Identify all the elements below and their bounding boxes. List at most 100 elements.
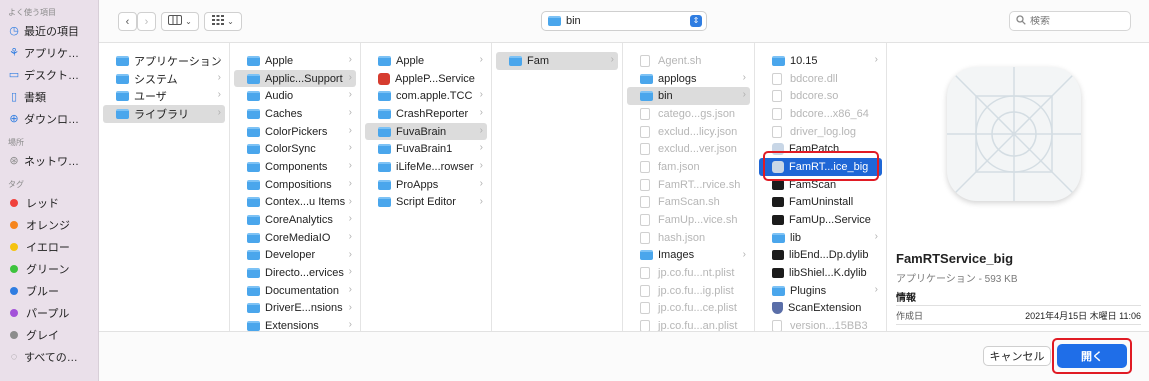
path-popup[interactable]: bin ⇕: [541, 11, 707, 31]
list-item[interactable]: CrashReporter ›: [365, 105, 487, 123]
list-item[interactable]: catego...gs.json: [627, 105, 750, 123]
list-item[interactable]: ColorSync ›: [234, 140, 356, 158]
list-item-label: FamUp...Service: [789, 214, 871, 227]
list-item[interactable]: Script Editor ›: [365, 194, 487, 212]
list-item[interactable]: Compositions ›: [234, 176, 356, 194]
list-item[interactable]: ProApps ›: [365, 176, 487, 194]
list-item[interactable]: FamRT...rvice.sh: [627, 176, 750, 194]
chevron-left-icon: ‹: [125, 15, 130, 28]
search-field[interactable]: [1009, 11, 1131, 31]
list-item[interactable]: com.apple.TCC ›: [365, 87, 487, 105]
tag-purple[interactable]: パープル: [0, 302, 98, 324]
list-item[interactable]: libEnd...Dp.dylib: [759, 247, 882, 265]
list-item[interactable]: fam.json: [627, 158, 750, 176]
tag-blue[interactable]: ブルー: [0, 280, 98, 302]
list-item[interactable]: jp.co.fu...nt.plist: [627, 264, 750, 282]
list-item[interactable]: Applic...Support ›: [234, 69, 356, 88]
list-item[interactable]: jp.co.fu...an.plist: [627, 317, 750, 331]
sidebar-item-recents[interactable]: ◷ 最近の項目: [0, 20, 98, 42]
list-item[interactable]: ユーザ ›: [103, 87, 225, 105]
list-item[interactable]: Developer ›: [234, 247, 356, 265]
list-item[interactable]: Caches ›: [234, 105, 356, 123]
list-item[interactable]: jp.co.fu...ig.plist: [627, 282, 750, 300]
highlight-box: [1052, 338, 1132, 374]
sidebar-item-applications[interactable]: ⚘ アプリケ…: [0, 42, 98, 64]
tag-gray[interactable]: グレイ: [0, 324, 98, 346]
list-item[interactable]: CoreAnalytics ›: [234, 211, 356, 229]
list-item[interactable]: ライブラリ ›: [103, 105, 225, 123]
list-item[interactable]: lib ›: [759, 229, 882, 247]
list-item[interactable]: Plugins ›: [759, 282, 882, 300]
tag-yellow[interactable]: イエロー: [0, 236, 98, 258]
sidebar-item-network[interactable]: ⊛ ネットワ…: [0, 150, 98, 172]
tag-label: レッド: [26, 198, 59, 210]
list-item[interactable]: 10.15 ›: [759, 52, 882, 70]
folder-icon: [378, 91, 391, 102]
list-item[interactable]: FamUp...vice.sh: [627, 211, 750, 229]
list-item[interactable]: exclud...ver.json: [627, 140, 750, 158]
list-item-label: catego...gs.json: [658, 107, 736, 120]
list-item[interactable]: bdcore.dll: [759, 70, 882, 88]
chevron-right-icon: ›: [348, 301, 352, 313]
tag-dot-icon: [10, 221, 18, 229]
list-item[interactable]: CoreMediaIO ›: [234, 229, 356, 247]
list-item-label: Developer: [265, 249, 316, 262]
list-item[interactable]: FuvaBrain ›: [365, 122, 487, 141]
list-item[interactable]: DriverE...nsions ›: [234, 300, 356, 318]
list-item[interactable]: Extensions ›: [234, 317, 356, 331]
list-item[interactable]: Apple ›: [234, 52, 356, 70]
list-item[interactable]: jp.co.fu...ce.plist: [627, 300, 750, 318]
list-item-label: ColorPickers: [265, 125, 328, 138]
chevron-right-icon: ›: [348, 177, 352, 189]
list-item[interactable]: FuvaBrain1 ›: [365, 140, 487, 158]
list-item[interactable]: Agent.sh: [627, 52, 750, 70]
list-item[interactable]: ScanExtension: [759, 300, 882, 318]
file-icon: [772, 320, 782, 331]
list-item[interactable]: Images ›: [627, 247, 750, 265]
list-item[interactable]: hash.json: [627, 229, 750, 247]
list-item[interactable]: Components ›: [234, 158, 356, 176]
list-item-label: Fam: [527, 54, 549, 67]
list-item[interactable]: bin ›: [627, 87, 750, 106]
list-item[interactable]: システム ›: [103, 70, 225, 88]
tag-red[interactable]: レッド: [0, 192, 98, 214]
list-item-label: アプリケーション: [134, 55, 222, 68]
list-item[interactable]: Documentation ›: [234, 282, 356, 300]
list-item[interactable]: iLifeMe...rowser ›: [365, 158, 487, 176]
list-item[interactable]: アプリケーション ›: [103, 52, 225, 70]
list-item[interactable]: Contex...u Items ›: [234, 194, 356, 212]
group-button[interactable]: ⌄: [204, 12, 242, 31]
list-item-label: Directo...ervices: [265, 267, 344, 280]
list-item[interactable]: driver_log.log: [759, 123, 882, 141]
list-item[interactable]: bdcore...x86_64: [759, 105, 882, 123]
back-button[interactable]: ‹: [118, 12, 137, 31]
folder-icon: [116, 91, 129, 102]
sidebar-item-desktop[interactable]: ▭ デスクト…: [0, 64, 98, 86]
search-input[interactable]: [1030, 15, 1120, 27]
sidebar-item-downloads[interactable]: ⊕ ダウンロ…: [0, 108, 98, 130]
list-item[interactable]: exclud...licy.json: [627, 123, 750, 141]
tag-green[interactable]: グリーン: [0, 258, 98, 280]
list-item[interactable]: applogs ›: [627, 70, 750, 88]
list-item[interactable]: Fam ›: [496, 52, 618, 70]
tag-all[interactable]: ◌ すべての…: [0, 346, 98, 368]
list-item[interactable]: AppleP...Service: [365, 70, 487, 88]
list-item[interactable]: libShiel...K.dylib: [759, 264, 882, 282]
list-item[interactable]: version...15BB3: [759, 317, 882, 331]
list-item[interactable]: FamUp...Service: [759, 211, 882, 229]
list-item[interactable]: Directo...ervices ›: [234, 264, 356, 282]
list-item[interactable]: FamScan.sh: [627, 194, 750, 212]
list-item[interactable]: FamUninstall: [759, 194, 882, 212]
forward-button[interactable]: ›: [137, 12, 156, 31]
view-columns-button[interactable]: ⌄: [161, 12, 199, 31]
list-item[interactable]: Apple ›: [365, 52, 487, 70]
tag-orange[interactable]: オレンジ: [0, 214, 98, 236]
list-item[interactable]: Audio ›: [234, 87, 356, 105]
sidebar-item-documents[interactable]: ▯ 書類: [0, 86, 98, 108]
folder-icon: [772, 232, 785, 243]
cancel-button[interactable]: キャンセル: [983, 346, 1051, 366]
list-item[interactable]: bdcore.so: [759, 87, 882, 105]
divider: [896, 305, 1141, 306]
file-icon: [640, 284, 650, 297]
list-item[interactable]: ColorPickers ›: [234, 123, 356, 141]
